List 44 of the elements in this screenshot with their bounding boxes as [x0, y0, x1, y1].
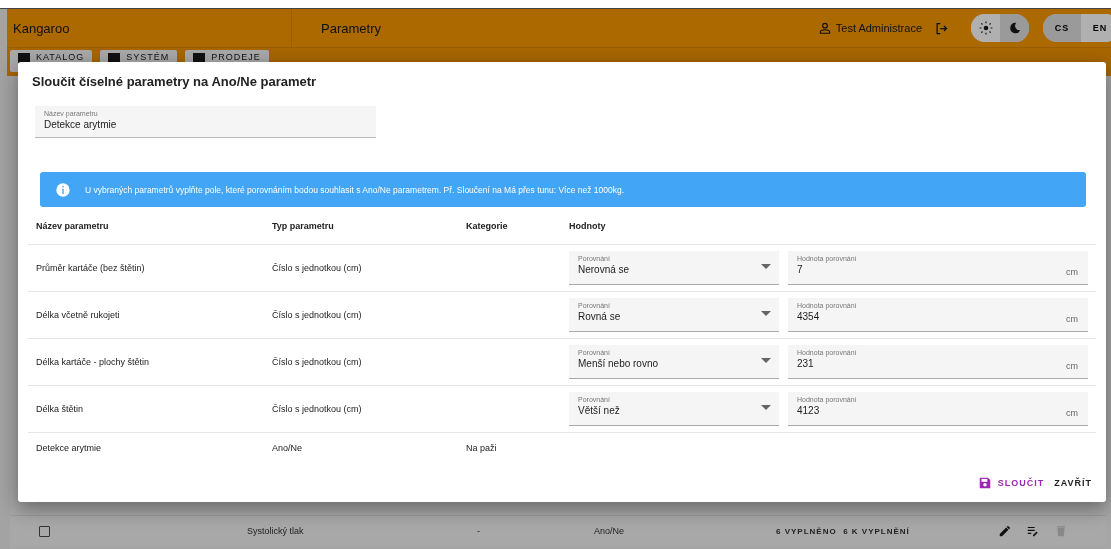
user-icon: [817, 21, 832, 35]
table-cell-text: Číslo s jednotkou (cm): [272, 263, 363, 273]
table-cell: Na paži: [466, 443, 497, 453]
table-cell-text: Průměr kartáče (bez štětin): [35, 263, 146, 273]
dialog-title: Sloučit číselné parametry na Ano/Ne parametr: [31, 74, 318, 91]
table-cell-text: Délka včetně rukojeti: [35, 310, 121, 320]
table-cell-text: Systolický tlak: [247, 526, 305, 536]
caret-icon: [761, 311, 771, 316]
column-header: Typ parametru: [272, 220, 335, 231]
caret-icon: [761, 264, 771, 269]
table-cell-text: Ano/Ne: [594, 526, 626, 536]
tab-icon: [18, 53, 30, 63]
info-icon: [55, 181, 71, 198]
moon-icon: [1007, 21, 1022, 35]
logout-icon[interactable]: [934, 20, 949, 36]
tab-icon: [193, 53, 206, 63]
table-cell-text: Délka štětin: [35, 404, 85, 414]
table-cell-text: -: [477, 526, 481, 536]
close-button[interactable]: ZAVŘÍT: [1050, 470, 1096, 496]
save-icon: [977, 476, 992, 490]
dark-theme-button[interactable]: [1000, 14, 1029, 42]
edit-icon[interactable]: [998, 524, 1012, 538]
table-cell-text: Číslo s jednotkou (cm): [272, 404, 363, 414]
language-button[interactable]: CS: [1043, 14, 1081, 42]
caret-icon: [761, 358, 771, 363]
info-text: U vybraných parametrů vyplňte pole, které porovnáním bodou souhlasit s Ano/Ne parametrem. Př. Sloučení na Má přes tunu: Více než 1000kg.: [85, 184, 625, 195]
table-cell-text: Délka kartáče - plochy štětin: [35, 357, 151, 367]
table-cell-text: Detekce arytmie: [35, 443, 103, 453]
table-cell-text: Číslo s jednotkou (cm): [272, 357, 363, 367]
merge-button[interactable]: SLOUČIT: [973, 470, 1049, 496]
tab-icon: [108, 53, 121, 63]
user-name[interactable]: Test Administrace: [835, 22, 922, 34]
column-header: Kategorie: [466, 220, 509, 231]
fill-count: 6 VYPLNĚNO 6 K VYPLNĚNÍ: [776, 526, 911, 536]
app-brand: Kangaroo: [7, 9, 292, 47]
table-cell-text: Ano/Ne: [272, 443, 304, 453]
checkbox[interactable]: [39, 525, 50, 537]
column-header: Hodnoty: [569, 220, 606, 231]
sun-icon: [978, 21, 993, 35]
column-header: Název parametru: [35, 220, 110, 231]
page-title: Parametry: [320, 20, 382, 36]
table-cell-text: Číslo s jednotkou (cm): [272, 310, 363, 320]
caret-icon: [761, 405, 771, 410]
list-edit-icon[interactable]: [1026, 524, 1040, 538]
